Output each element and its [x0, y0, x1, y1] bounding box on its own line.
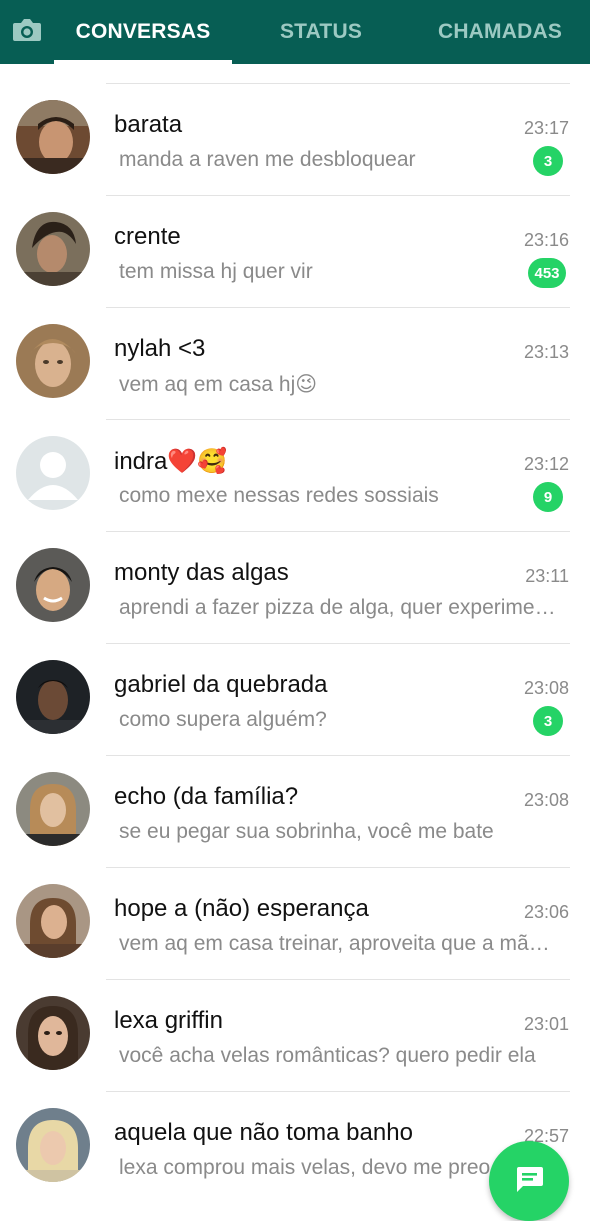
chat-row[interactable]: crente 23:16 tem missa hj quer vir 453 — [0, 196, 590, 308]
chat-preview: você acha velas românticas? quero pedir … — [119, 1044, 536, 1067]
avatar[interactable] — [16, 212, 90, 286]
chat-list[interactable]: barata 23:17 manda a raven me desbloquea… — [0, 64, 590, 1200]
chat-name: barata — [114, 111, 183, 138]
chat-name: monty das algas — [114, 559, 289, 586]
chat-name: crente — [114, 223, 181, 250]
new-chat-button[interactable] — [489, 1141, 569, 1221]
chat-row[interactable]: lexa griffin 23:01 você acha velas român… — [0, 980, 590, 1092]
chat-row[interactable]: gabriel da quebrada 23:08 como supera al… — [0, 644, 590, 756]
chat-preview: vem aq em casa hj😉 — [119, 373, 318, 396]
chat-preview: lexa comprou mais velas, devo me preocup… — [119, 1156, 519, 1179]
avatar[interactable] — [16, 660, 90, 734]
tab-status-label: STATUS — [279, 20, 363, 43]
chat-name: gabriel da quebrada — [114, 671, 328, 698]
chat-row[interactable]: hope a (não) esperança 23:06 vem aq em c… — [0, 868, 590, 980]
chat-name: lexa griffin — [114, 1007, 223, 1034]
new-chat-icon — [514, 1165, 544, 1198]
tab-chamadas-label: CHAMADAS — [437, 20, 563, 43]
chat-row[interactable]: barata 23:17 manda a raven me desbloquea… — [0, 84, 590, 196]
chat-name: indra❤️🥰 — [114, 448, 228, 475]
chat-row[interactable]: nylah <3 23:13 vem aq em casa hj😉 — [0, 308, 590, 420]
chat-preview: tem missa hj quer vir — [119, 260, 313, 283]
tab-chamadas[interactable]: CHAMADAS — [410, 0, 590, 64]
avatar[interactable] — [16, 100, 90, 174]
chat-row[interactable]: indra❤️🥰 23:12 como mexe nessas redes so… — [0, 420, 590, 532]
chat-preview: se eu pegar sua sobrinha, você me bate — [119, 820, 494, 843]
chat-time: 23:08 — [523, 678, 569, 698]
unread-badge: 3 — [533, 146, 563, 176]
chat-row[interactable]: echo (da família? 23:08 se eu pegar sua … — [0, 756, 590, 868]
chat-time: 23:16 — [523, 230, 569, 250]
unread-badge: 3 — [533, 706, 563, 736]
avatar[interactable] — [16, 324, 90, 398]
chat-time: 23:11 — [525, 566, 569, 586]
avatar[interactable] — [16, 884, 90, 958]
avatar[interactable] — [16, 436, 90, 510]
chat-name: echo (da família? — [114, 783, 299, 810]
avatar[interactable] — [16, 548, 90, 622]
chat-time: 23:08 — [523, 790, 569, 810]
chat-preview: vem aq em casa treinar, aproveita que a … — [119, 932, 561, 955]
chat-name: aquela que não toma banho — [114, 1119, 413, 1146]
chat-time: 23:06 — [523, 902, 569, 922]
chat-time: 23:01 — [523, 1014, 569, 1034]
camera-button[interactable] — [0, 0, 54, 64]
app-header: CONVERSAS STATUS CHAMADAS — [0, 0, 590, 64]
chat-preview: aprendi a fazer pizza de alga, quer expe… — [119, 596, 561, 619]
tab-status[interactable]: STATUS — [232, 0, 410, 64]
chat-time: 23:12 — [523, 454, 569, 474]
avatar[interactable] — [16, 1108, 90, 1182]
tab-conversas-label: CONVERSAS — [75, 20, 211, 43]
chat-preview: como supera alguém? — [119, 708, 327, 731]
avatar[interactable] — [16, 996, 90, 1070]
camera-icon — [12, 17, 42, 48]
tab-conversas[interactable]: CONVERSAS — [54, 0, 232, 64]
avatar[interactable] — [16, 772, 90, 846]
chat-name: nylah <3 — [114, 335, 206, 362]
chat-preview: como mexe nessas redes sossiais — [119, 484, 439, 507]
chat-preview: manda a raven me desbloquear — [119, 148, 416, 171]
chat-row[interactable]: monty das algas 23:11 aprendi a fazer pi… — [0, 532, 590, 644]
unread-badge: 453 — [528, 258, 566, 288]
chat-time: 23:17 — [523, 118, 569, 138]
chat-name: hope a (não) esperança — [114, 895, 369, 922]
chat-time: 23:13 — [523, 342, 569, 362]
unread-badge: 9 — [533, 482, 563, 512]
